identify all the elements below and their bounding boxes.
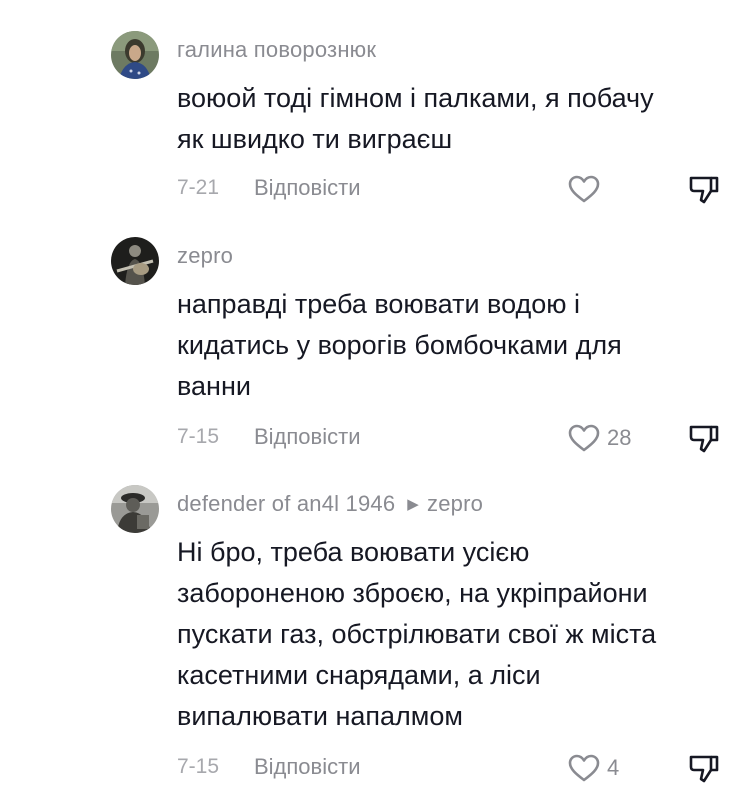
heart-outline-icon <box>568 424 600 452</box>
heart-outline-icon <box>568 175 600 203</box>
comment-date: 7-21 <box>177 176 220 199</box>
reply-to-username[interactable]: zepro <box>427 491 483 516</box>
heart-outline-icon <box>568 754 600 782</box>
reply-button[interactable]: Відповісти <box>254 754 361 780</box>
avatar[interactable] <box>111 485 159 533</box>
username-label[interactable]: defender of an4l 1946 <box>177 491 395 516</box>
dislike-button[interactable] <box>687 172 721 206</box>
like-button[interactable]: 4 <box>567 751 619 785</box>
soldier-avatar-icon <box>111 485 159 533</box>
comment-text: направді треба воювати водою і кидатись … <box>177 289 622 401</box>
dislike-button[interactable] <box>687 421 721 455</box>
like-count: 28 <box>607 425 632 450</box>
comment-meta: 7-15 Відповісти 28 <box>177 424 737 455</box>
guitarist-avatar-icon <box>111 237 159 285</box>
comment-text: воюой тоді гімном і палками, я побачу як… <box>177 83 654 154</box>
avatar[interactable] <box>111 31 159 79</box>
like-button[interactable] <box>567 172 607 206</box>
elderly-woman-avatar-icon <box>111 31 159 79</box>
thumbs-down-icon <box>689 176 719 204</box>
comment-meta: 7-15 Відповісти 4 <box>177 754 737 785</box>
like-count: 4 <box>607 755 620 780</box>
triangle-right-icon: ▶ <box>407 496 420 513</box>
comment-text: Ні бро, треба воювати усією забороненою … <box>177 537 657 731</box>
dislike-button[interactable] <box>687 751 721 785</box>
like-button[interactable]: 28 <box>567 421 631 455</box>
comment-username[interactable]: галина поворознюк <box>177 37 376 63</box>
comment-username[interactable]: zepro <box>177 243 233 269</box>
reply-button[interactable]: Відповісти <box>254 175 361 201</box>
comment-date: 7-15 <box>177 755 220 778</box>
comment-meta: 7-21 Відповісти <box>177 175 737 206</box>
comment-date: 7-15 <box>177 425 220 448</box>
comment-username[interactable]: defender of an4l 1946 ▶ zepro <box>177 491 483 517</box>
thumbs-down-icon <box>689 755 719 783</box>
thumbs-down-icon <box>689 425 719 453</box>
reply-button[interactable]: Відповісти <box>254 424 361 450</box>
avatar[interactable] <box>111 237 159 285</box>
